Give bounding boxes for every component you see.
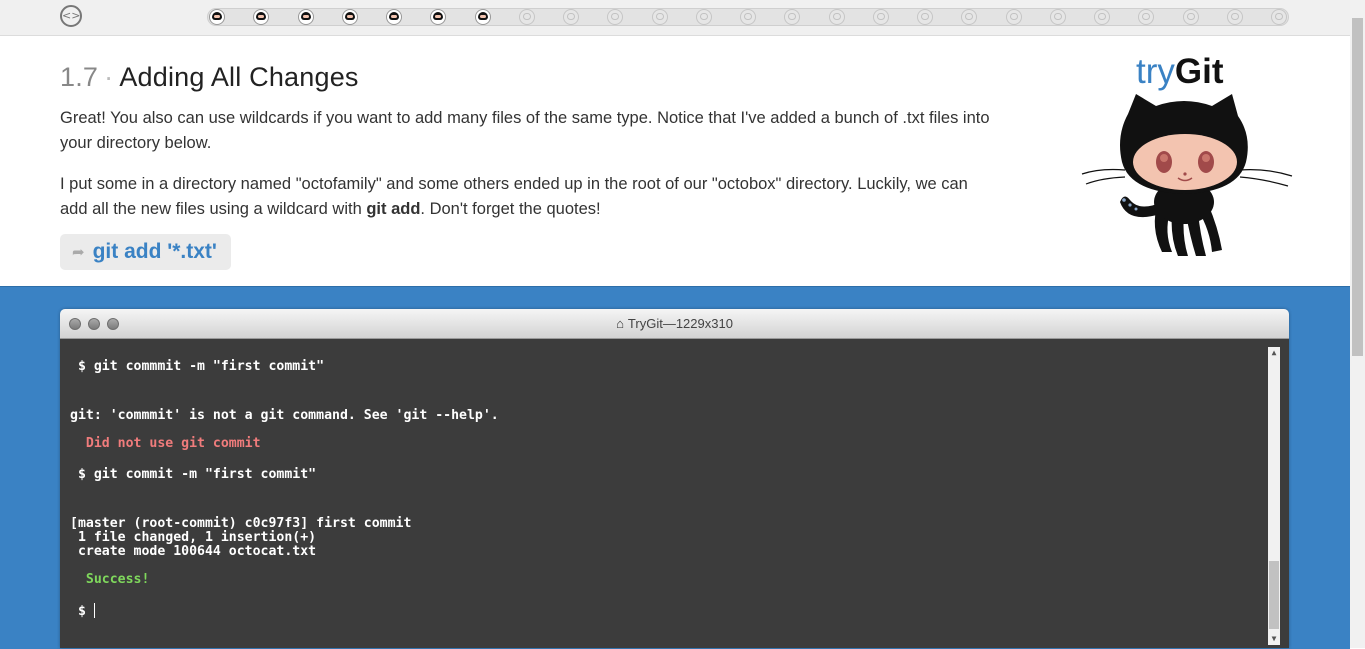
arrow-icon: ➦ bbox=[72, 243, 85, 261]
progress-step-pending[interactable] bbox=[1271, 9, 1287, 25]
lesson-title: Adding All Changes bbox=[119, 62, 359, 92]
trygit-logo: tryGit bbox=[1080, 52, 1295, 262]
scroll-down-arrow-icon[interactable]: ▼ bbox=[1268, 633, 1280, 645]
progress-step-pending[interactable] bbox=[917, 9, 933, 25]
text-cursor bbox=[93, 603, 95, 618]
progress-step-pending[interactable] bbox=[1227, 9, 1243, 25]
home-icon[interactable]: <> bbox=[60, 5, 82, 27]
console-output-line: create mode 100644 octocat.txt bbox=[70, 544, 317, 559]
window-titlebar: ⌂ TryGit—1229x310 bbox=[60, 309, 1289, 339]
progress-step-pending[interactable] bbox=[563, 9, 579, 25]
para2-tail: . Don't forget the quotes! bbox=[420, 200, 601, 218]
lesson-number: 1.7 bbox=[60, 62, 99, 92]
terminal[interactable]: $ git commmit -m "first commit" git: 'co… bbox=[60, 339, 1289, 648]
progress-step-pending[interactable] bbox=[961, 9, 977, 25]
window-title-text: TryGit—1229x310 bbox=[627, 316, 733, 331]
console-hint-line: Did not use git commit bbox=[70, 436, 261, 451]
window-title: ⌂ TryGit—1229x310 bbox=[60, 316, 1289, 331]
command-suggestion-button[interactable]: ➦ git add '*.txt' bbox=[60, 234, 231, 270]
title-separator: · bbox=[104, 62, 114, 92]
lesson-panel: 1.7 · Adding All Changes Great! You also c… bbox=[60, 62, 1000, 270]
console-output-line: git: 'commmit' is not a git command. See… bbox=[70, 408, 499, 423]
console-window: ⌂ TryGit—1229x310 $ git commmit -m "first… bbox=[60, 309, 1289, 648]
progress-step-completed[interactable] bbox=[386, 9, 402, 25]
top-progress-bar: <> bbox=[0, 0, 1350, 36]
progress-step-pending[interactable] bbox=[519, 9, 535, 25]
progress-step-pending[interactable] bbox=[873, 9, 889, 25]
console-scrollbar[interactable]: ▲ ▼ bbox=[1268, 347, 1280, 645]
progress-step-completed[interactable] bbox=[430, 9, 446, 25]
progress-step-completed[interactable] bbox=[475, 9, 491, 25]
console-command-line: $ git commmit -m "first commit" bbox=[70, 359, 325, 374]
lesson-paragraph-2: I put some in a directory named "octofam… bbox=[60, 172, 990, 222]
console-success-line: Success! bbox=[70, 572, 150, 587]
octocat-icon bbox=[1081, 94, 1293, 256]
prompt-symbol: $ bbox=[70, 604, 94, 619]
progress-step-completed[interactable] bbox=[253, 9, 269, 25]
progress-step-pending[interactable] bbox=[784, 9, 800, 25]
progress-step-completed[interactable] bbox=[209, 9, 225, 25]
page-scrollbar-thumb[interactable] bbox=[1352, 18, 1363, 356]
progress-step-pending[interactable] bbox=[1094, 9, 1110, 25]
command-text: git add '*.txt' bbox=[92, 240, 217, 263]
progress-step-pending[interactable] bbox=[696, 9, 712, 25]
progress-step-pending[interactable] bbox=[1050, 9, 1066, 25]
para2-bold: git add bbox=[366, 200, 421, 218]
progress-step-pending[interactable] bbox=[652, 9, 668, 25]
console-output-line: [master (root-commit) c0c97f3] first com… bbox=[70, 516, 412, 531]
progress-step-pending[interactable] bbox=[607, 9, 623, 25]
progress-step-completed[interactable] bbox=[342, 9, 358, 25]
progress-step-completed[interactable] bbox=[298, 9, 314, 25]
progress-step-pending[interactable] bbox=[1183, 9, 1199, 25]
console-output-line: 1 file changed, 1 insertion(+) bbox=[70, 530, 317, 545]
progress-step-pending[interactable] bbox=[829, 9, 845, 25]
progress-step-pending[interactable] bbox=[1006, 9, 1022, 25]
lesson-paragraph-1: Great! You also can use wildcards if you… bbox=[60, 109, 990, 152]
progress-step-pending[interactable] bbox=[740, 9, 756, 25]
page-title: 1.7 · Adding All Changes bbox=[60, 62, 1000, 93]
window-home-icon: ⌂ bbox=[616, 316, 624, 331]
progress-step-pending[interactable] bbox=[1138, 9, 1154, 25]
scroll-up-arrow-icon[interactable]: ▲ bbox=[1268, 347, 1280, 359]
console-scrollbar-thumb[interactable] bbox=[1269, 561, 1279, 629]
console-command-line: $ git commit -m "first commit" bbox=[70, 467, 317, 482]
console-prompt-line[interactable]: $ bbox=[70, 603, 95, 619]
